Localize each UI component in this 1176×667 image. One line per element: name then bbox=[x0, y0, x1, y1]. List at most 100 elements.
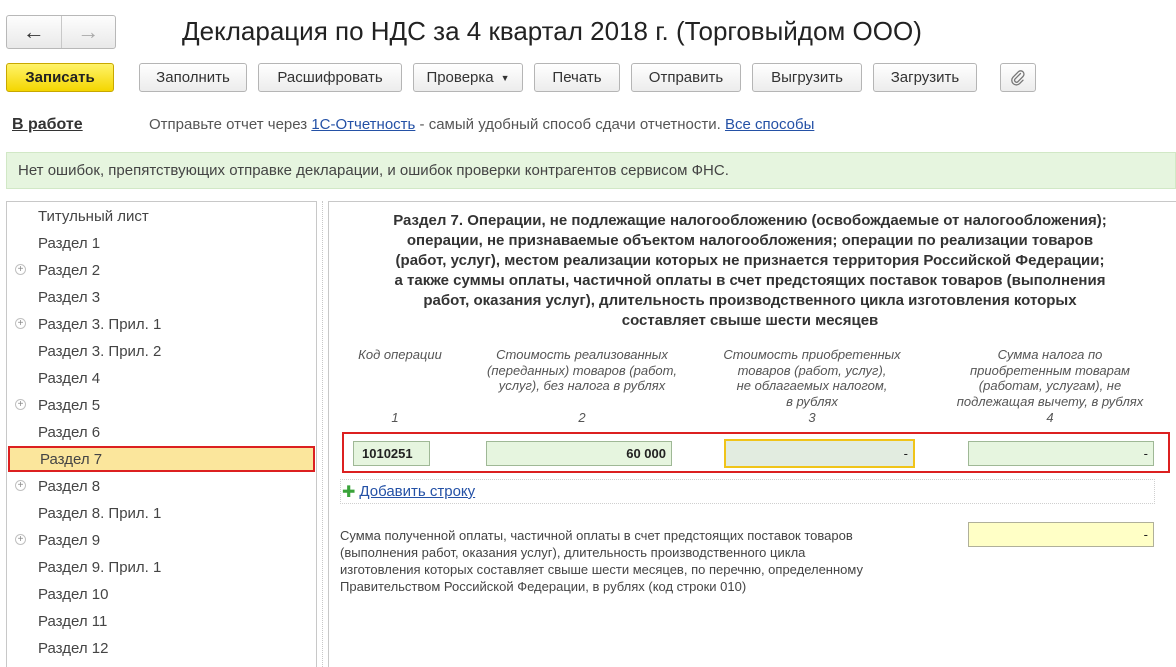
sidebar-item-label: Раздел 1 bbox=[38, 234, 101, 252]
section-title-line: Раздел 7. Операции, не подлежащие налого… bbox=[393, 212, 1107, 229]
send-hint: Отправьте отчет через 1С-Отчетность - са… bbox=[149, 116, 814, 133]
sidebar-item-label: Раздел 3. Прил. 1 bbox=[38, 315, 162, 333]
sidebar-item-label: Раздел 6 bbox=[38, 423, 101, 441]
sidebar-item-label: Раздел 8 bbox=[38, 477, 101, 495]
sidebar-item[interactable]: + Раздел 5 bbox=[8, 392, 315, 418]
expand-icon[interactable]: + bbox=[15, 480, 26, 491]
chevron-down-icon: ▼ bbox=[500, 72, 510, 83]
column-header-line: услуг), без налога в рублях bbox=[498, 378, 666, 393]
save-button[interactable]: Записать bbox=[6, 63, 114, 92]
expand-icon[interactable]: + bbox=[15, 318, 26, 329]
sidebar-item-label: Раздел 9. Прил. 1 bbox=[38, 558, 162, 576]
column-header-line: не облагаемых налогом, bbox=[736, 378, 888, 393]
column-number: 1 bbox=[391, 410, 399, 425]
column-header-line: Сумма налога по bbox=[997, 347, 1103, 362]
sidebar-item[interactable]: Раздел 10 bbox=[8, 581, 315, 607]
sidebar-item[interactable]: + Раздел 8 bbox=[8, 473, 315, 499]
sidebar-item[interactable]: Раздел 8. Прил. 1 bbox=[8, 500, 315, 526]
sidebar-item-label: Раздел 5 bbox=[38, 396, 101, 414]
notice-text: Нет ошибок, препятствующих отправке декл… bbox=[18, 162, 729, 179]
sidebar-item[interactable]: + Раздел 9 bbox=[8, 527, 315, 553]
load-button[interactable]: Загрузить bbox=[873, 63, 977, 92]
column-header-sales-cost: Стоимость реализованных (переданных) тов… bbox=[462, 347, 702, 394]
decode-button[interactable]: Расшифровать bbox=[258, 63, 402, 92]
sidebar-item-label: Раздел 3 bbox=[38, 288, 101, 306]
sidebar-item[interactable]: + Раздел 2 bbox=[8, 257, 315, 283]
hint-prefix: Отправьте отчет через bbox=[149, 116, 308, 133]
note-line: изготовления которых составляет свыше ше… bbox=[340, 562, 863, 577]
column-header-line: Стоимость приобретенных bbox=[723, 347, 901, 362]
check-result-notice: Нет ошибок, препятствующих отправке декл… bbox=[6, 152, 1176, 189]
section-title-line: операции, не признаваемые объектом налог… bbox=[406, 232, 1094, 249]
sidebar-item[interactable]: Раздел 11 bbox=[8, 608, 315, 634]
column-header-tax-not-deductible: Сумма налога по приобретенным товарам (р… bbox=[928, 347, 1172, 409]
section-title-line: а также суммы оплаты, частичной оплаты в… bbox=[394, 272, 1106, 289]
note-line: Правительством Российской Федерации, в р… bbox=[340, 579, 747, 594]
sidebar-item-label: Раздел 3. Прил. 2 bbox=[38, 342, 162, 360]
expand-icon[interactable]: + bbox=[15, 399, 26, 410]
section-title-line: составляет свыше шести месяцев bbox=[621, 312, 879, 329]
sidebar-item[interactable]: Раздел 6 bbox=[8, 419, 315, 445]
1c-reporting-link[interactable]: 1С-Отчетность bbox=[311, 116, 415, 133]
all-methods-link[interactable]: Все способы bbox=[725, 116, 814, 133]
sidebar-item-label: Раздел 7 bbox=[40, 450, 103, 468]
sidebar-item[interactable]: Раздел 12 bbox=[8, 635, 315, 661]
sidebar-item[interactable]: Раздел 3. Прил. 2 bbox=[8, 338, 315, 364]
sidebar-item-label: Титульный лист bbox=[38, 207, 149, 225]
sidebar-item[interactable]: Раздел 7 bbox=[8, 446, 315, 472]
prepayment-amount-field[interactable]: - bbox=[968, 522, 1154, 547]
sidebar-item-label: Раздел 8. Прил. 1 bbox=[38, 504, 162, 522]
fill-button[interactable]: Заполнить bbox=[139, 63, 247, 92]
history-nav: ← → bbox=[6, 15, 116, 49]
expand-icon[interactable]: + bbox=[15, 534, 26, 545]
column-header-line: приобретенным товарам bbox=[970, 362, 1130, 378]
sidebar-item[interactable]: Титульный лист bbox=[8, 203, 315, 229]
check-dropdown-button[interactable]: Проверка ▼ bbox=[413, 63, 523, 92]
check-button-label: Проверка bbox=[426, 69, 494, 86]
note-line: Сумма полученной оплаты, частичной оплат… bbox=[340, 528, 853, 543]
attach-button[interactable] bbox=[1000, 63, 1036, 92]
tax-not-deductible-field[interactable]: - bbox=[968, 441, 1154, 466]
forward-arrow-icon[interactable]: → bbox=[62, 16, 116, 48]
print-button[interactable]: Печать bbox=[534, 63, 620, 92]
column-header-line: подлежащая вычету, в рублях bbox=[956, 393, 1144, 409]
pane-splitter[interactable] bbox=[322, 201, 323, 667]
column-header-line: в рублях bbox=[786, 393, 838, 409]
section-title-line: работ, оказания услуг), длительность про… bbox=[423, 292, 1077, 309]
column-number: 4 bbox=[1046, 410, 1054, 425]
sections-sidebar: Титульный лист Раздел 1 + Раздел 2 Раздел 3 +… bbox=[6, 201, 317, 667]
plus-icon: ✚ bbox=[342, 483, 356, 501]
sidebar-item-label: Раздел 10 bbox=[38, 585, 109, 603]
column-header-purchase-cost: Стоимость приобретенных товаров (работ, … bbox=[702, 347, 922, 409]
sidebar-item[interactable]: Раздел 1 bbox=[8, 230, 315, 256]
sidebar-item-label: Раздел 12 bbox=[38, 639, 109, 657]
column-number: 2 bbox=[578, 410, 586, 425]
sales-cost-field[interactable]: 60 000 bbox=[486, 441, 672, 466]
operation-code-field[interactable]: 1010251 bbox=[353, 441, 430, 466]
purchase-cost-field[interactable]: - bbox=[724, 439, 915, 468]
expand-icon[interactable]: + bbox=[15, 264, 26, 275]
add-row-link[interactable]: Добавить строку bbox=[359, 483, 475, 500]
paperclip-icon bbox=[1011, 69, 1025, 86]
status-in-work-link[interactable]: В работе bbox=[12, 116, 83, 134]
sidebar-item[interactable]: + Раздел 3. Прил. 1 bbox=[8, 311, 315, 337]
sidebar-item[interactable]: Раздел 9. Прил. 1 bbox=[8, 554, 315, 580]
column-header-line: (работам, услугам), не bbox=[978, 378, 1122, 393]
send-button[interactable]: Отправить bbox=[631, 63, 741, 92]
section-title-line: (работ, услуг), местом реализации которы… bbox=[395, 252, 1105, 269]
column-header-line: (переданных) товаров (работ, bbox=[487, 362, 677, 378]
section-title: Раздел 7. Операции, не подлежащие налого… bbox=[340, 211, 1160, 331]
sidebar-item-label: Раздел 9 bbox=[38, 531, 101, 549]
hint-middle: - самый удобный способ сдачи отчетности. bbox=[419, 116, 721, 133]
sidebar-item-label: Раздел 2 bbox=[38, 261, 101, 279]
unload-button[interactable]: Выгрузить bbox=[752, 63, 862, 92]
column-header-line: Стоимость реализованных bbox=[496, 347, 668, 362]
page-title: Декларация по НДС за 4 квартал 2018 г. (… bbox=[182, 16, 922, 46]
column-header-line: товаров (работ, услуг), bbox=[737, 362, 887, 378]
note-line: (выполнения работ, оказания услуг), длит… bbox=[340, 545, 806, 560]
sidebar-item[interactable]: Раздел 3 bbox=[8, 284, 315, 310]
back-arrow-icon[interactable]: ← bbox=[7, 16, 62, 48]
sidebar-item[interactable]: Раздел 4 bbox=[8, 365, 315, 391]
column-header-line: Код операции bbox=[358, 347, 442, 362]
column-number: 3 bbox=[808, 410, 816, 425]
